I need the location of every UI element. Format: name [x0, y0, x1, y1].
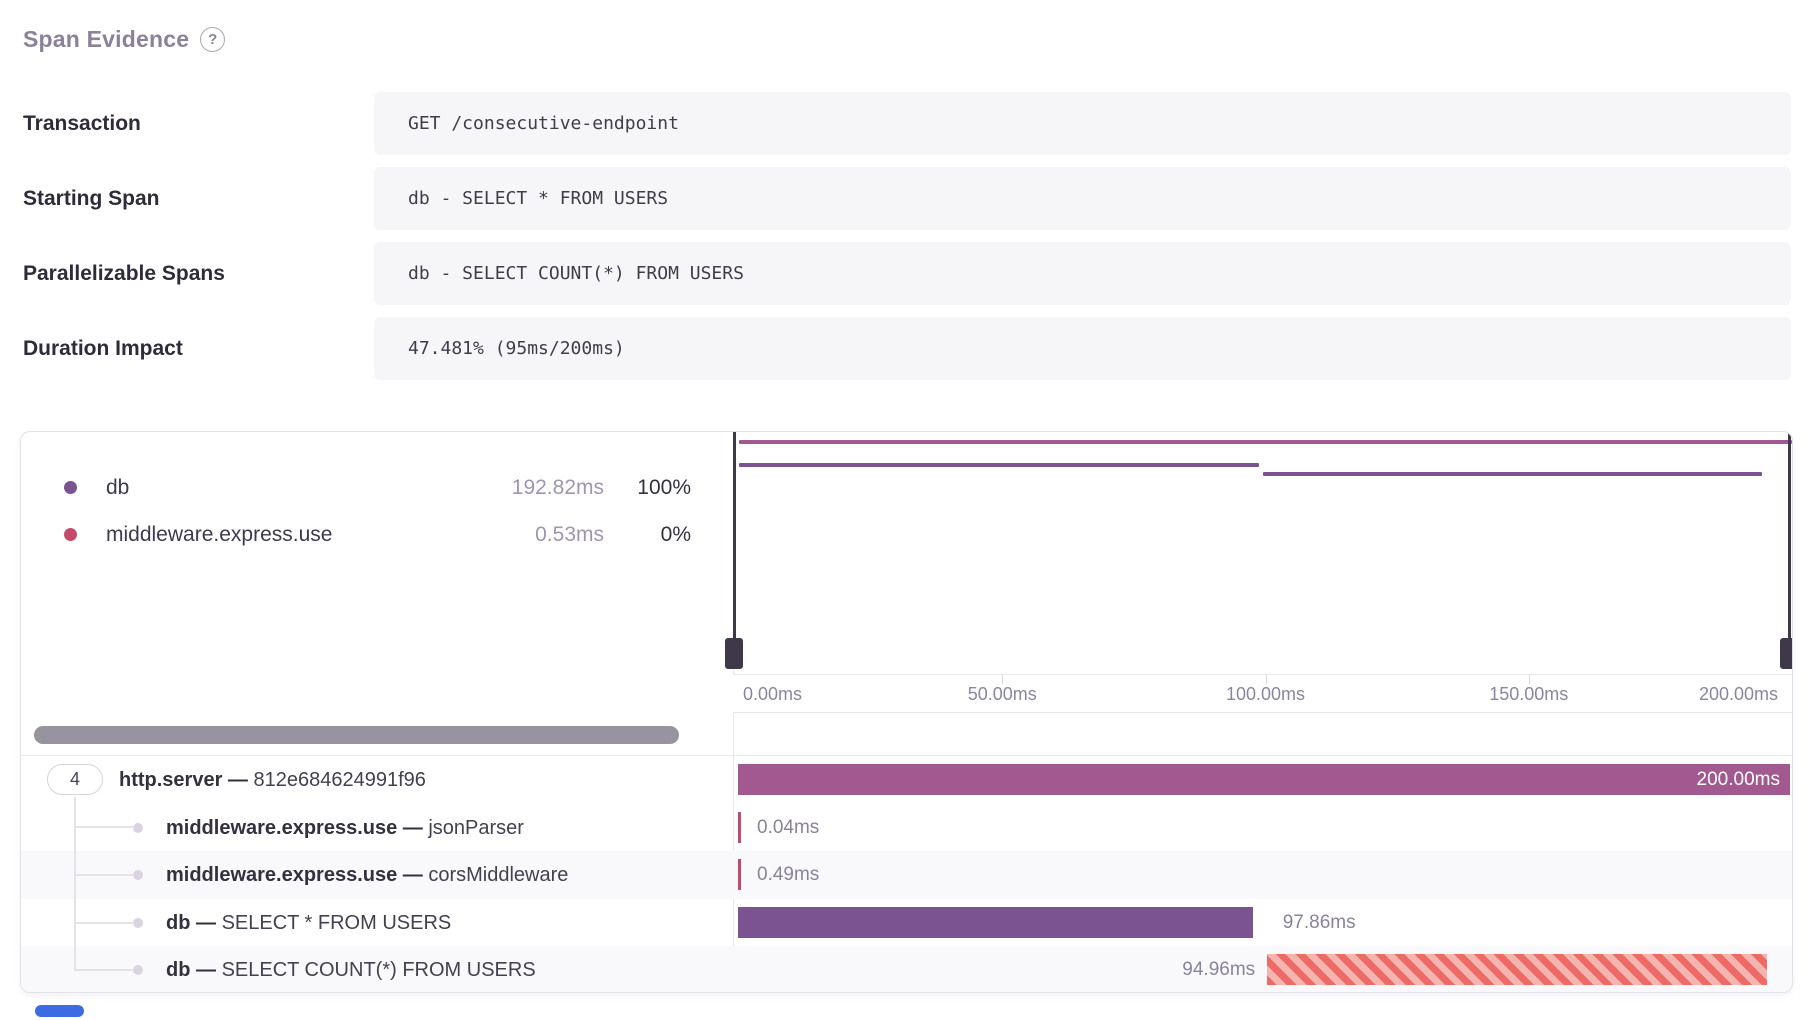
- evidence-row: Parallelizable Spans db - SELECT COUNT(*)…: [0, 242, 1820, 305]
- evidence-label: Parallelizable Spans: [23, 242, 225, 305]
- minimap-span-line: [1263, 472, 1762, 476]
- span-row[interactable]: middleware.express.use — jsonParser 0.04m…: [21, 804, 1793, 852]
- scrollbar-thumb[interactable]: [34, 726, 679, 744]
- span-row[interactable]: middleware.express.use — corsMiddleware 0…: [21, 851, 1793, 899]
- evidence-row: Starting Span db - SELECT * FROM USERS: [0, 167, 1820, 230]
- tree-connector-horizontal: [74, 969, 134, 971]
- legend-color-dot: [64, 481, 77, 494]
- evidence-value: 47.481% (95ms/200ms): [374, 317, 1791, 380]
- tree-node-dot: [133, 965, 143, 975]
- span-evidence-header: Span Evidence ?: [23, 22, 225, 56]
- span-description: db — SELECT * FROM USERS: [166, 899, 451, 947]
- bottom-blue-indicator: [35, 1005, 84, 1017]
- span-count-badge[interactable]: 4: [47, 764, 103, 795]
- evidence-list: Transaction GET /consecutive-endpoint Star…: [0, 92, 1820, 392]
- span-description: db — SELECT COUNT(*) FROM USERS: [166, 946, 536, 993]
- page-title: Span Evidence: [23, 26, 189, 53]
- tree-node-dot: [133, 870, 143, 880]
- help-icon[interactable]: ?: [200, 27, 225, 52]
- evidence-value: GET /consecutive-endpoint: [374, 92, 1791, 155]
- legend-duration: 192.82ms: [512, 473, 604, 503]
- span-duration-bar: [738, 859, 741, 890]
- legend-color-dot: [64, 528, 77, 541]
- span-description: middleware.express.use — jsonParser: [166, 804, 524, 852]
- scrollbar-track[interactable]: [21, 713, 1793, 756]
- evidence-label: Starting Span: [23, 167, 160, 230]
- minimap-right-handle-line[interactable]: [1788, 432, 1791, 669]
- tree-connector-horizontal: [74, 922, 134, 924]
- legend-percent: 100%: [637, 473, 691, 503]
- axis-label: 50.00ms: [968, 675, 1037, 713]
- evidence-label: Transaction: [23, 92, 141, 155]
- minimap-span-line: [739, 440, 1792, 444]
- span-waterfall-panel: db 192.82ms 100% middleware.express.use 0.53…: [20, 431, 1793, 993]
- axis-label: 200.00ms: [1699, 675, 1778, 713]
- span-duration-bar: [738, 812, 741, 843]
- legend-duration: 0.53ms: [535, 520, 604, 550]
- tree-connector-horizontal: [74, 874, 134, 876]
- evidence-row: Transaction GET /consecutive-endpoint: [0, 92, 1820, 155]
- span-row[interactable]: db — SELECT * FROM USERS 97.86ms: [21, 899, 1793, 947]
- span-row[interactable]: db — SELECT COUNT(*) FROM USERS 94.96ms: [21, 946, 1793, 993]
- span-row[interactable]: 4 http.server — 812e684624991f96 200.00ms: [21, 756, 1793, 804]
- tree-node-dot: [133, 918, 143, 928]
- evidence-row: Duration Impact 47.481% (95ms/200ms): [0, 317, 1820, 380]
- axis-label: 0.00ms: [743, 675, 802, 713]
- span-duration-label: 97.86ms: [1283, 907, 1356, 938]
- legend-item: db 192.82ms 100%: [21, 473, 733, 503]
- span-duration-bar: [1267, 954, 1766, 985]
- tree-connector-horizontal: [74, 826, 134, 828]
- evidence-label: Duration Impact: [23, 317, 183, 380]
- span-duration-label: 0.49ms: [757, 859, 819, 890]
- span-description: http.server — 812e684624991f96: [119, 756, 426, 804]
- span-description: middleware.express.use — corsMiddleware: [166, 851, 568, 899]
- axis-label: 150.00ms: [1489, 675, 1568, 713]
- span-duration-label: 0.04ms: [757, 812, 819, 843]
- minimap-span-line: [739, 463, 1259, 467]
- legend-name: middleware.express.use: [106, 520, 332, 550]
- minimap-right-handle[interactable]: [1780, 638, 1793, 669]
- time-axis: 0.00ms 50.00ms 100.00ms 150.00ms 200.00ms: [733, 674, 1793, 713]
- evidence-value: db - SELECT COUNT(*) FROM USERS: [374, 242, 1791, 305]
- legend-percent: 0%: [661, 520, 691, 550]
- minimap-left-handle[interactable]: [725, 638, 743, 669]
- span-duration-label: 94.96ms: [1182, 954, 1255, 985]
- axis-label: 100.00ms: [1226, 675, 1305, 713]
- tree-connector-vertical: [74, 797, 76, 970]
- span-duration-bar: [738, 907, 1253, 938]
- minimap-left-handle-line[interactable]: [733, 432, 736, 669]
- evidence-value: db - SELECT * FROM USERS: [374, 167, 1791, 230]
- legend-item: middleware.express.use 0.53ms 0%: [21, 520, 733, 550]
- legend-name: db: [106, 473, 129, 503]
- tree-node-dot: [133, 823, 143, 833]
- span-duration-label: 200.00ms: [738, 764, 1790, 795]
